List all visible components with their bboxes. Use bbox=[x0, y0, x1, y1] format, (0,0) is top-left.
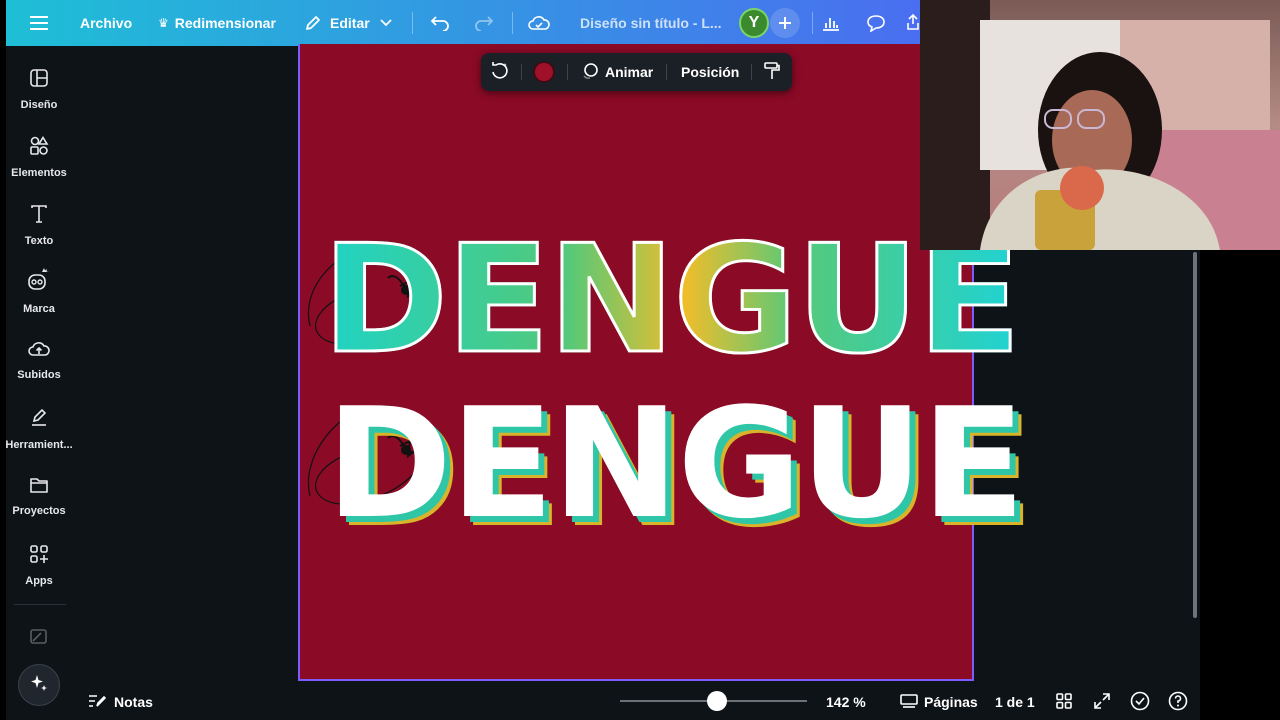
sidebar-item-label: Elementos bbox=[11, 167, 67, 179]
add-collaborator-button[interactable] bbox=[770, 0, 800, 46]
plus-icon bbox=[770, 8, 800, 38]
sidebar-divider bbox=[14, 604, 66, 605]
comments-button[interactable] bbox=[861, 0, 891, 46]
sidebar-item-label: Herramient... bbox=[5, 439, 73, 451]
divider bbox=[751, 64, 752, 80]
refresh-sparkle-icon bbox=[489, 61, 511, 84]
undo-icon[interactable] bbox=[430, 0, 450, 46]
user-avatar[interactable]: Y bbox=[739, 0, 769, 46]
vertical-scrollbar[interactable] bbox=[1193, 252, 1197, 618]
sidebar-item-diseno[interactable]: Diseño bbox=[6, 68, 72, 111]
hamburger-menu-icon[interactable] bbox=[30, 0, 48, 46]
resize-label: Redimensionar bbox=[174, 15, 276, 31]
crown-icon: ♛ bbox=[158, 16, 169, 30]
sidebar-item-marca[interactable]: Marca bbox=[6, 266, 72, 315]
divider bbox=[812, 12, 813, 34]
dengue-gradient-text[interactable]: DENGUE bbox=[320, 224, 1022, 376]
image-sparkle-icon bbox=[29, 626, 49, 651]
sidebar-item-label: Apps bbox=[25, 575, 53, 587]
expand-icon bbox=[1093, 692, 1111, 713]
bottom-bar: Notas 142 % Páginas 1 de 1 bbox=[72, 684, 1200, 720]
comment-icon bbox=[861, 8, 891, 38]
animate-label: Animar bbox=[605, 64, 654, 80]
share-button[interactable] bbox=[906, 0, 920, 46]
sidebar-item-elementos[interactable]: Elementos bbox=[6, 135, 72, 179]
shapes-icon bbox=[29, 135, 49, 161]
avatar: Y bbox=[739, 8, 769, 38]
cloud-saved-icon[interactable] bbox=[528, 0, 550, 46]
dengue-white-text[interactable]: DENGUE bbox=[326, 388, 1025, 540]
redo-icon[interactable] bbox=[474, 0, 494, 46]
zoom-slider-thumb[interactable] bbox=[707, 691, 728, 711]
grid-view-button[interactable] bbox=[1055, 684, 1073, 720]
check-button[interactable] bbox=[1130, 684, 1150, 720]
sidebar-item-label: Diseño bbox=[20, 99, 58, 111]
webcam-overlay bbox=[920, 0, 1280, 250]
insights-button[interactable] bbox=[816, 0, 846, 46]
pencil-icon bbox=[304, 14, 322, 32]
magic-assistant-button[interactable] bbox=[18, 664, 60, 706]
color-picker-button[interactable] bbox=[533, 53, 555, 91]
pages-icon bbox=[900, 693, 918, 712]
sidebar-item-label: Proyectos bbox=[12, 505, 66, 517]
divider bbox=[521, 64, 522, 80]
copy-style-button[interactable] bbox=[763, 53, 781, 91]
text-icon bbox=[29, 204, 49, 229]
divider bbox=[412, 12, 413, 34]
help-button[interactable] bbox=[1168, 684, 1188, 720]
notes-icon bbox=[88, 693, 107, 712]
share-icon bbox=[906, 13, 920, 34]
sidebar-item-label: Subidos bbox=[17, 369, 61, 381]
folder-icon bbox=[29, 476, 49, 499]
sidebar-item-proyectos[interactable]: Proyectos bbox=[6, 476, 72, 517]
zoom-level[interactable]: 142 % bbox=[826, 684, 866, 720]
cloud-upload-icon bbox=[28, 340, 50, 363]
bar-chart-icon bbox=[816, 8, 846, 38]
help-icon bbox=[1168, 691, 1188, 714]
pages-label: Páginas bbox=[924, 694, 978, 710]
position-button[interactable]: Posición bbox=[681, 53, 739, 91]
magic-edit-button[interactable] bbox=[489, 53, 511, 91]
left-sidebar: Diseño Elementos Texto Marca Subidos Her… bbox=[5, 46, 73, 720]
context-toolbar: Animar Posición bbox=[481, 53, 792, 91]
divider bbox=[666, 64, 667, 80]
grid-icon bbox=[1055, 692, 1073, 713]
brand-icon bbox=[26, 266, 52, 297]
magic-media-button[interactable] bbox=[6, 626, 72, 651]
chevron-down-icon bbox=[380, 19, 392, 27]
edit-menu[interactable]: Editar bbox=[304, 0, 392, 46]
paint-roller-icon bbox=[763, 61, 781, 84]
animate-icon bbox=[581, 62, 599, 83]
notes-label: Notas bbox=[114, 694, 153, 710]
layout-icon bbox=[29, 68, 49, 93]
divider bbox=[567, 64, 568, 80]
resize-button[interactable]: ♛ Redimensionar bbox=[158, 0, 276, 46]
divider bbox=[512, 12, 513, 34]
file-menu[interactable]: Archivo bbox=[80, 0, 132, 46]
page-counter[interactable]: 1 de 1 bbox=[995, 684, 1035, 720]
sidebar-item-apps[interactable]: Apps bbox=[6, 544, 72, 587]
fullscreen-button[interactable] bbox=[1093, 684, 1111, 720]
notes-button[interactable]: Notas bbox=[88, 684, 153, 720]
sidebar-item-subidos[interactable]: Subidos bbox=[6, 340, 72, 381]
sidebar-item-herramientas[interactable]: Herramient... bbox=[5, 408, 73, 451]
document-title[interactable]: Diseño sin título - L... bbox=[580, 0, 722, 46]
animate-button[interactable]: Animar bbox=[581, 53, 653, 91]
apps-grid-icon bbox=[29, 544, 49, 569]
sparkle-icon bbox=[29, 673, 49, 698]
edit-label: Editar bbox=[330, 15, 370, 31]
pages-button[interactable]: Páginas bbox=[900, 684, 978, 720]
color-swatch bbox=[533, 61, 555, 83]
top-bar: Archivo ♛ Redimensionar Editar Diseño si… bbox=[6, 0, 920, 46]
pen-tool-icon bbox=[29, 408, 49, 433]
sidebar-item-label: Marca bbox=[23, 303, 55, 315]
sidebar-item-texto[interactable]: Texto bbox=[6, 204, 72, 247]
sidebar-item-label: Texto bbox=[24, 235, 54, 247]
presenter-video-image bbox=[920, 0, 1280, 250]
check-circle-icon bbox=[1130, 691, 1150, 714]
